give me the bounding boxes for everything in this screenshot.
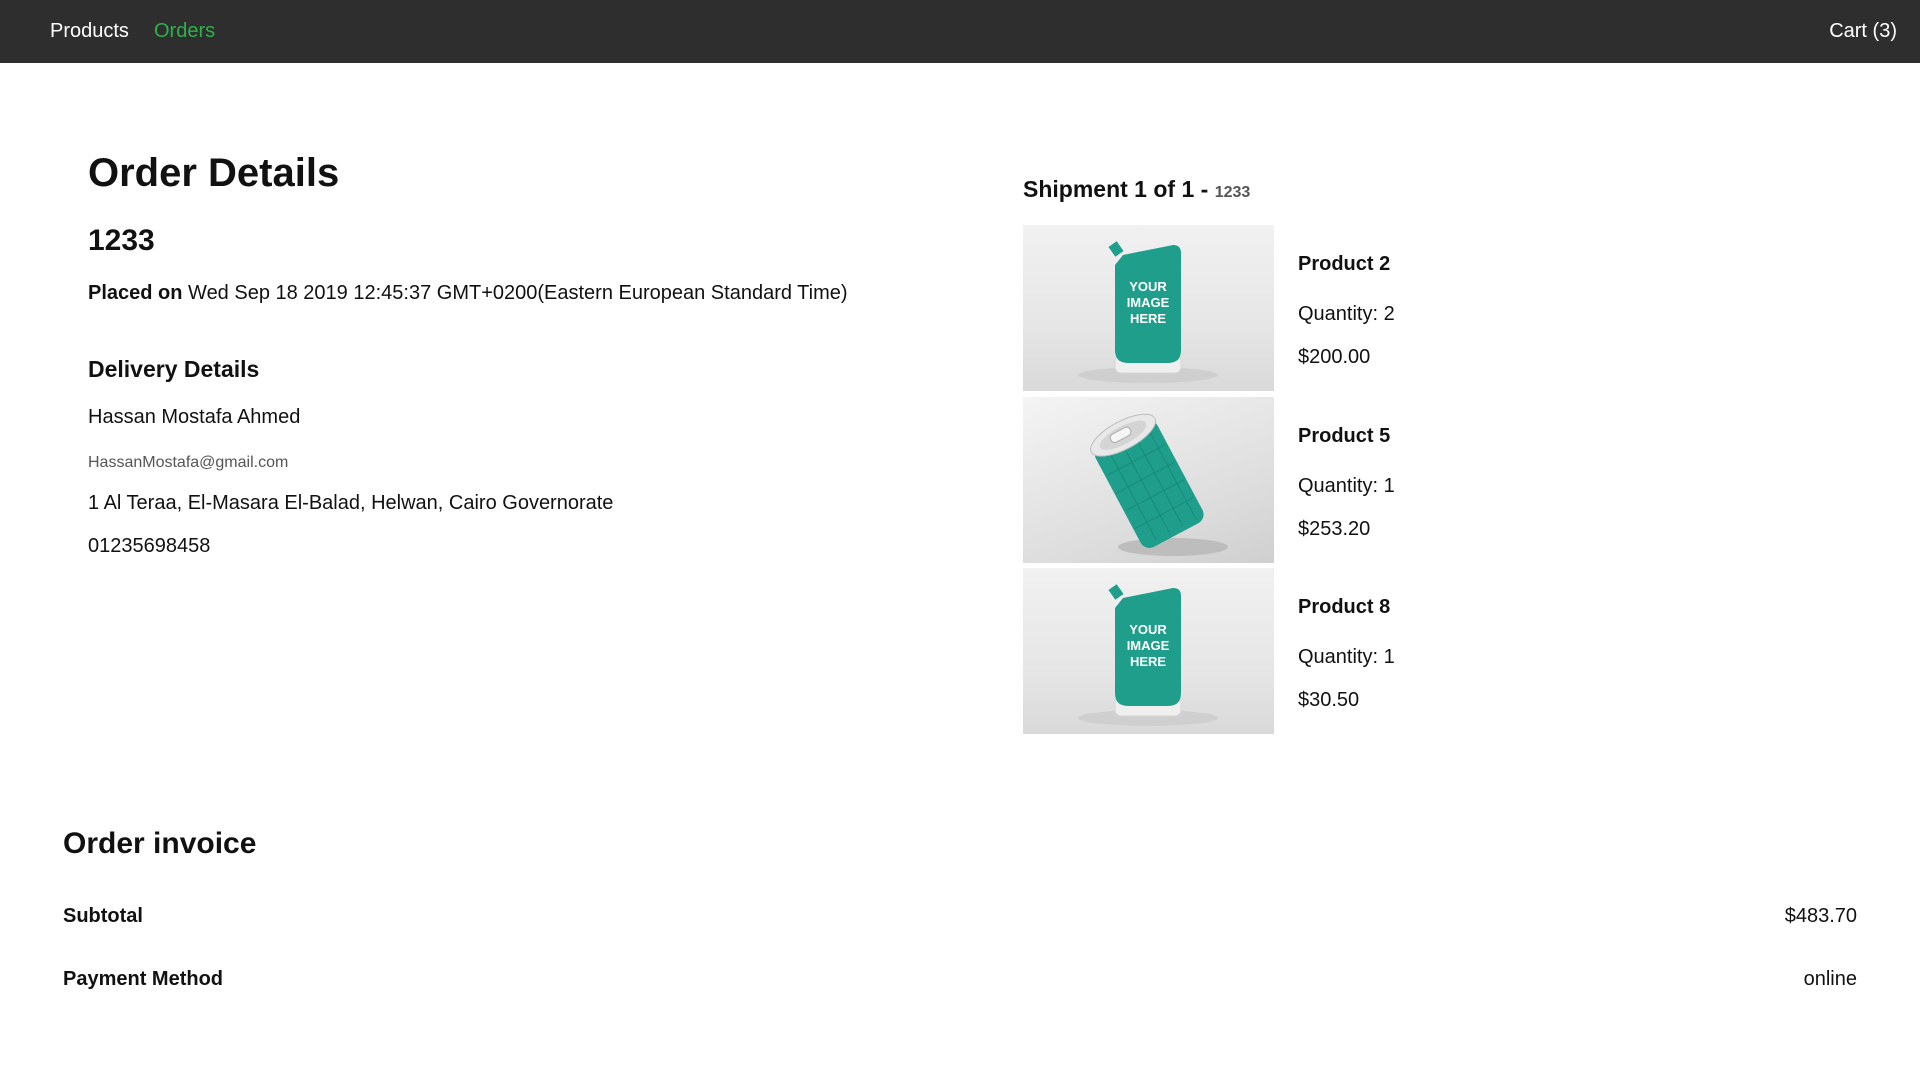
delivery-details-title: Delivery Details (88, 356, 260, 382)
pouch-text-line-3: HERE (1130, 654, 1166, 669)
placed-label: Placed on (88, 282, 183, 304)
shipment-product-item: YOUR IMAGE HERE Product 8 Quantity: 1 $3… (1023, 568, 1523, 734)
customer-email: HassanMostafa@gmail.com (88, 454, 289, 471)
customer-address: 1 Al Teraa, El-Masara El-Balad, Helwan, … (88, 492, 614, 514)
shipment-title-text: Shipment 1 of 1 - (1023, 176, 1215, 202)
nav-orders-link[interactable]: Orders (154, 20, 215, 43)
invoice-title: Order invoice (63, 827, 257, 860)
pouch-mockup-icon: YOUR IMAGE HERE (1078, 584, 1218, 726)
shipment-id: 1233 (1214, 184, 1251, 201)
product-name[interactable]: Product 2 (1298, 253, 1390, 276)
customer-phone: 01235698458 (88, 535, 211, 557)
shipment-product-item: Product 5 Quantity: 1 $253.20 (1023, 397, 1523, 563)
nav-products-link[interactable]: Products (50, 20, 129, 43)
order-placed-date: Placed on Wed Sep 18 2019 12:45:37 GMT+0… (88, 282, 848, 305)
nav-cart-link[interactable]: Cart (3) (1829, 20, 1897, 43)
product-quantity: Quantity: 2 (1298, 303, 1395, 325)
pouch-text-line-1: YOUR (1129, 279, 1167, 294)
product-quantity: Quantity: 1 (1298, 646, 1395, 668)
payment-method-label: Payment Method (63, 968, 224, 990)
can-mockup-icon (1090, 413, 1228, 556)
customer-name: Hassan Mostafa Ahmed (88, 406, 301, 428)
payment-method-value: online (1803, 968, 1857, 990)
pouch-mockup-icon: YOUR IMAGE HERE (1078, 241, 1218, 383)
subtotal-label: Subtotal (63, 905, 143, 927)
product-quantity: Quantity: 1 (1298, 475, 1395, 497)
product-price: $253.20 (1298, 518, 1371, 540)
top-navbar: Products Orders Cart (3) (0, 0, 1920, 63)
pouch-text-line-2: IMAGE (1127, 295, 1170, 310)
placed-date-value: Wed Sep 18 2019 12:45:37 GMT+0200(Easter… (188, 282, 848, 304)
product-image[interactable] (1023, 397, 1274, 563)
product-name[interactable]: Product 5 (1298, 425, 1390, 448)
pouch-text-line-2: IMAGE (1127, 638, 1170, 653)
shipment-title: Shipment 1 of 1 - 1233 (1023, 176, 1250, 206)
shipment-product-item: YOUR IMAGE HERE Product 2 Quantity: 2 $2… (1023, 225, 1523, 391)
product-price: $30.50 (1298, 689, 1360, 711)
pouch-text-line-3: HERE (1130, 311, 1166, 326)
product-image[interactable]: YOUR IMAGE HERE (1023, 225, 1274, 391)
order-number: 1233 (88, 224, 155, 257)
page-title: Order Details (88, 151, 340, 195)
product-price: $200.00 (1298, 346, 1371, 368)
product-image[interactable]: YOUR IMAGE HERE (1023, 568, 1274, 734)
product-name[interactable]: Product 8 (1298, 596, 1390, 619)
pouch-text-line-1: YOUR (1129, 622, 1167, 637)
subtotal-value: $483.70 (1784, 905, 1857, 927)
